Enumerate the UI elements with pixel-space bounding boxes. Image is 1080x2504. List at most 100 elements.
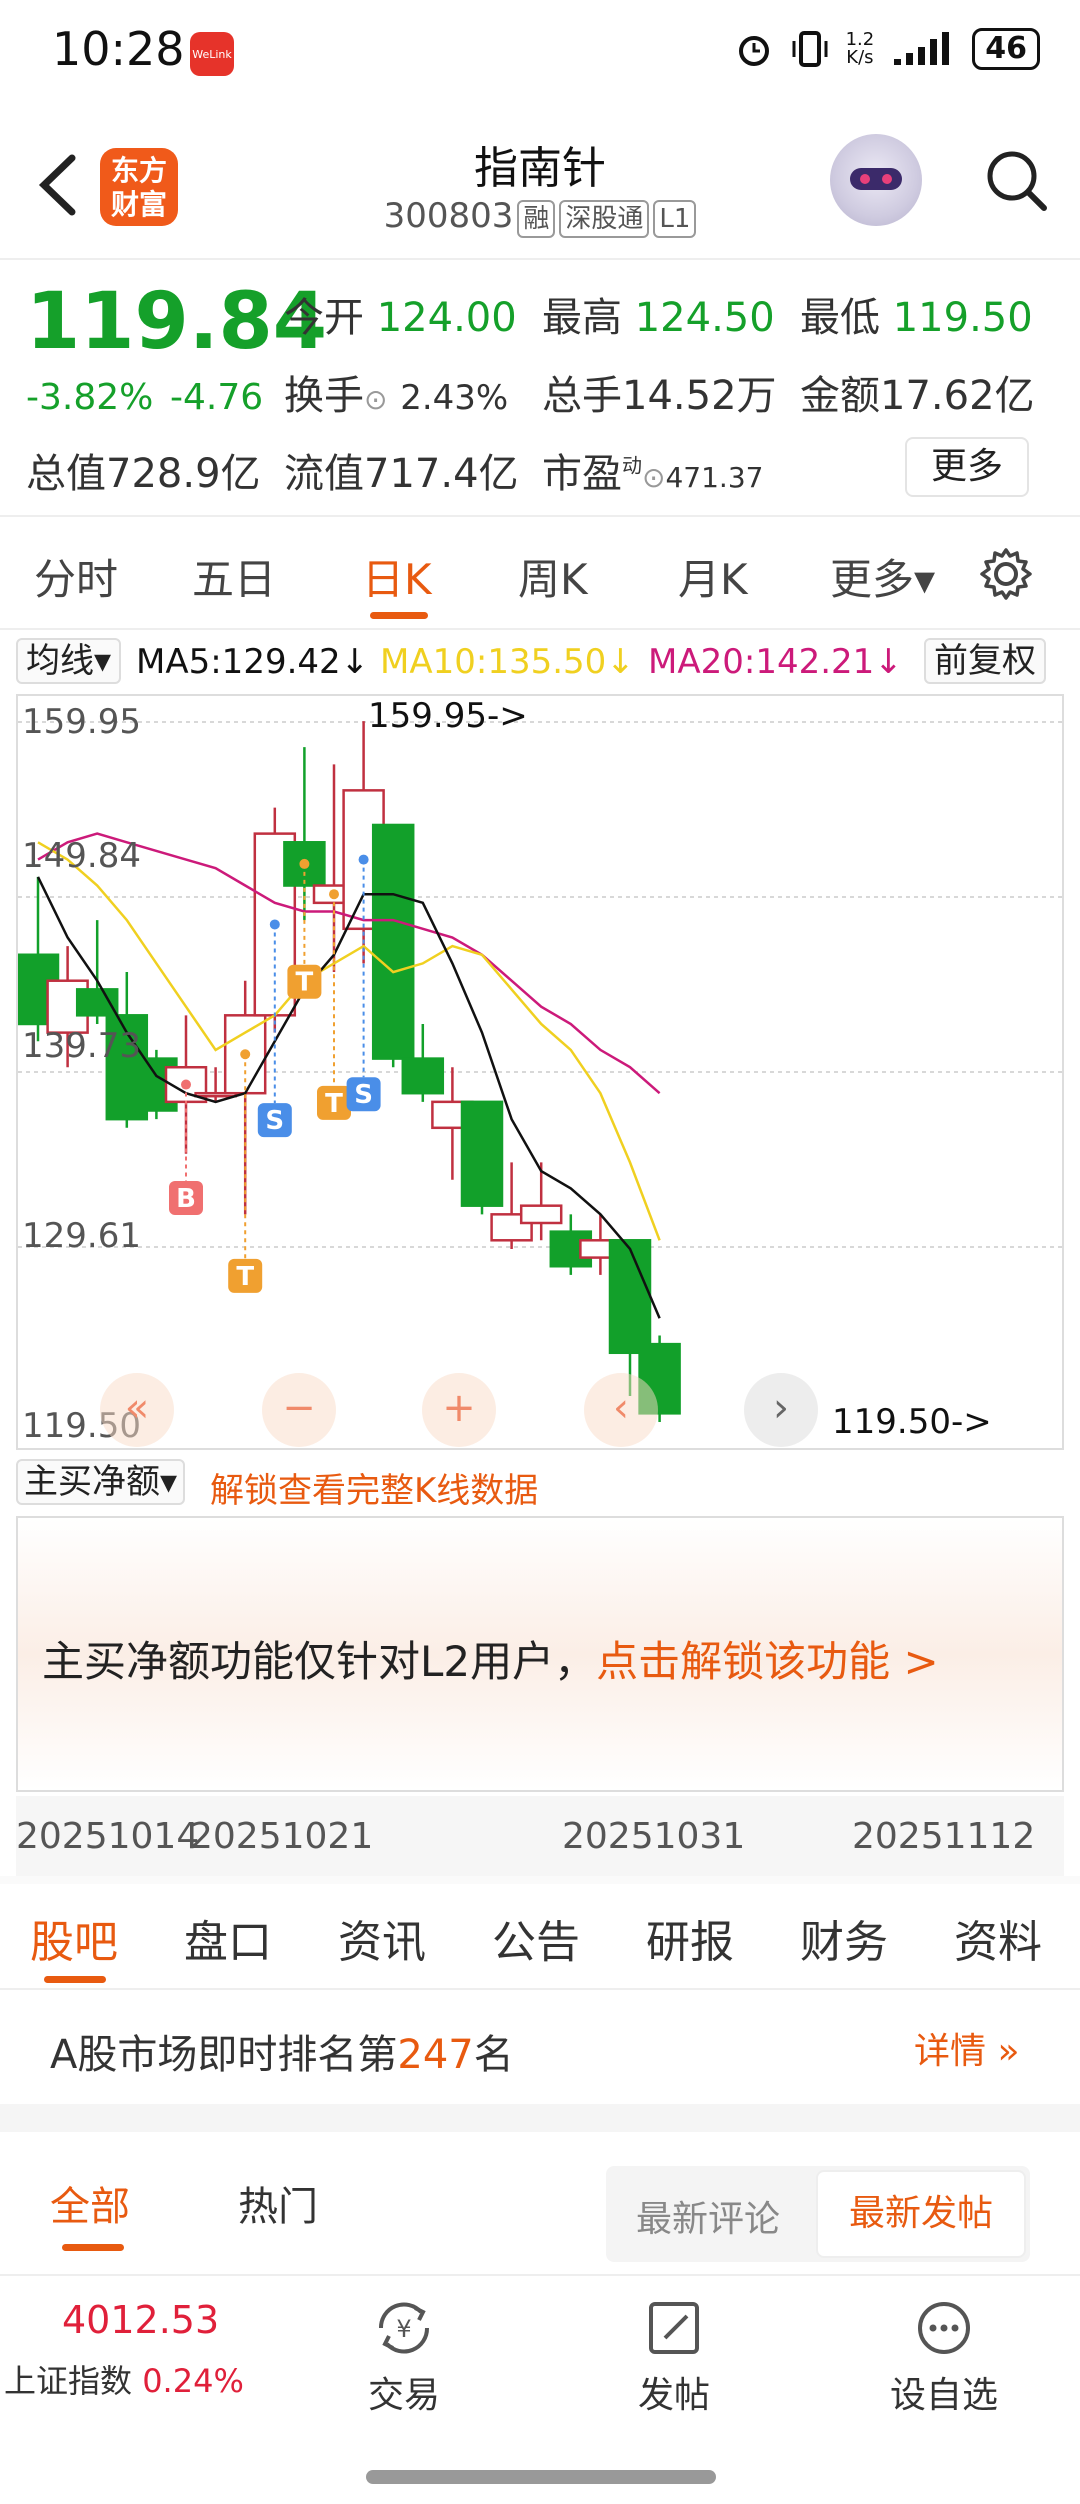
- low-field: 最低 119.50: [800, 295, 1033, 341]
- flow-indicator-row: 主买净额▾ 解锁查看完整K线数据: [0, 1455, 1080, 1512]
- date-label: 20251112: [852, 1816, 1036, 1857]
- info-tabs: 股吧 盘口 资讯 公告 研报 财务 资料: [0, 1884, 1080, 1990]
- y-tick: 149.84: [22, 836, 141, 876]
- tab-all[interactable]: 全部: [50, 2174, 130, 2232]
- tab-daily-k[interactable]: 日K: [362, 546, 432, 607]
- sort-latest-comment[interactable]: 最新评论: [636, 2190, 780, 2242]
- market-rank-row[interactable]: A股市场即时排名第247名 详情 »: [0, 1992, 1080, 2104]
- candle-body: [608, 1239, 652, 1355]
- add-watchlist-button[interactable]: 设自选: [884, 2298, 1004, 2418]
- tab-financials[interactable]: 财务: [800, 1906, 888, 1970]
- tab-more[interactable]: 更多▾: [830, 546, 935, 607]
- tab-intraday[interactable]: 分时: [34, 546, 118, 607]
- ma-legend: 均线▾ MA5:129.42↓ MA10:135.50↓ MA20:142.21…: [0, 634, 1080, 688]
- ma20-label: MA20:142.21↓: [648, 642, 903, 682]
- max-price-annotation: 159.95->: [368, 696, 528, 736]
- candle-body: [519, 1204, 563, 1225]
- tab-research[interactable]: 研报: [646, 1906, 734, 1970]
- trade-button[interactable]: ¥ 交易: [344, 2298, 464, 2418]
- index-name[interactable]: 上证指数 0.24%: [4, 2356, 244, 2402]
- y-tick: 159.95: [22, 702, 141, 742]
- change-percent: -3.82%: [26, 377, 154, 418]
- yuan-cycle-icon: ¥: [378, 2302, 430, 2354]
- tab-monthly-k[interactable]: 月K: [678, 546, 748, 607]
- scroll-left-button[interactable]: ‹: [584, 1373, 658, 1447]
- l2-promo-text: 主买净额功能仅针对L2用户，点击解锁该功能 >: [42, 1637, 939, 1686]
- float-field: 流值717.4亿: [284, 451, 519, 497]
- tab-announcements[interactable]: 公告: [492, 1906, 580, 1970]
- y-tick: 139.73: [22, 1026, 141, 1066]
- info-icon: ⊙: [364, 383, 388, 416]
- stock-header: 东方财富 指南针 300803 融深股通 L1: [0, 110, 1080, 260]
- tab-forum[interactable]: 股吧: [30, 1906, 118, 1970]
- indicator-selector[interactable]: 主买净额▾: [16, 1459, 186, 1505]
- post-button[interactable]: 发帖: [614, 2298, 734, 2418]
- more-dots-icon: [918, 2302, 970, 2354]
- candle-body: [371, 823, 415, 1060]
- y-tick: 129.61: [22, 1216, 141, 1256]
- status-bar: 10:28 WeLink 1.2 K/s 46: [0, 0, 1080, 100]
- marker-label: T: [296, 968, 314, 998]
- chart-controls: « − + ‹ ›: [0, 1373, 1080, 1453]
- marker-label: T: [325, 1089, 343, 1119]
- active-tab-indicator: [370, 612, 428, 619]
- level-tag: L1: [653, 200, 697, 238]
- search-icon[interactable]: [982, 146, 1052, 216]
- home-indicator: [366, 2470, 716, 2484]
- welink-badge-icon: WeLink: [190, 32, 234, 76]
- mktcap-field: 总值728.9亿: [26, 451, 261, 497]
- ma-selector[interactable]: 均线▾: [16, 638, 122, 684]
- open-field: 今开 124.00: [284, 295, 517, 341]
- margin-tag: 融: [517, 200, 556, 238]
- scroll-start-button[interactable]: «: [100, 1373, 174, 1447]
- tab-order-book[interactable]: 盘口: [184, 1906, 272, 1970]
- adjust-selector[interactable]: 前复权: [924, 638, 1046, 684]
- tab-profile[interactable]: 资料: [954, 1906, 1042, 1970]
- kline-svg: BTSTT S: [18, 721, 1062, 1422]
- turnover-field: 换手⊙ 2.43%: [284, 373, 509, 419]
- assistant-robot-icon[interactable]: [830, 134, 922, 226]
- status-icons: 1.2 K/s 46: [734, 28, 1040, 70]
- marker-label: S: [265, 1106, 284, 1136]
- tab-hot[interactable]: 热门: [238, 2174, 318, 2232]
- change-amount: -4.76: [170, 377, 264, 418]
- stock-code-line: 300803 融深股通 L1: [0, 196, 1080, 238]
- rank-detail-link[interactable]: 详情 »: [914, 2022, 1019, 2074]
- index-value[interactable]: 4012.53: [62, 2298, 219, 2342]
- zoom-out-button[interactable]: −: [262, 1373, 336, 1447]
- amount-field: 金额17.62亿: [800, 373, 1035, 419]
- unlock-l2-link[interactable]: 点击解锁该功能 >: [596, 1637, 939, 1686]
- date-label: 20251014: [16, 1816, 200, 1857]
- vibrate-icon: [792, 31, 828, 67]
- stock-code: 300803: [383, 196, 514, 236]
- more-button[interactable]: 更多: [905, 437, 1029, 497]
- current-price: 119.84: [26, 277, 327, 367]
- date-label: 20251031: [562, 1816, 746, 1857]
- candle-body: [460, 1100, 504, 1207]
- edit-icon: [649, 2302, 699, 2354]
- info-icon: ⊙: [642, 461, 666, 494]
- scroll-right-button[interactable]: ›: [744, 1373, 818, 1447]
- kline-chart[interactable]: BTSTTS 159.95 149.84 139.73 129.61 119.5…: [16, 694, 1064, 1450]
- feed-tabs: 全部 热门 最新评论 最新发帖: [0, 2132, 1080, 2272]
- pe-field: 市盈动⊙471.37: [542, 451, 764, 497]
- sort-toggle: 最新评论 最新发帖: [606, 2166, 1030, 2262]
- alarm-icon: [738, 36, 769, 66]
- ma5-label: MA5:129.42↓: [136, 642, 370, 682]
- ma10-label: MA10:135.50↓: [380, 642, 635, 682]
- unlock-kline-link[interactable]: 解锁查看完整K线数据: [210, 1463, 538, 1512]
- high-field: 最高 124.50: [542, 295, 775, 341]
- l2-promo-panel: 主买净额功能仅针对L2用户，点击解锁该功能 >: [16, 1516, 1064, 1792]
- candle-body: [75, 988, 119, 1017]
- battery-icon: 46: [972, 28, 1040, 70]
- tab-news[interactable]: 资讯: [338, 1906, 426, 1970]
- tab-weekly-k[interactable]: 周K: [518, 546, 588, 607]
- tab-five-day[interactable]: 五日: [192, 546, 276, 607]
- gear-icon[interactable]: [978, 546, 1034, 602]
- quote-panel: 119.84 -3.82% -4.76 今开 124.00 最高 124.50 …: [0, 265, 1080, 520]
- zoom-in-button[interactable]: +: [422, 1373, 496, 1447]
- market-rank-text: A股市场即时排名第247名: [50, 2032, 514, 2078]
- svg-text:¥: ¥: [396, 2315, 411, 2343]
- date-label: 20251021: [190, 1816, 374, 1857]
- sort-latest-post[interactable]: 最新发帖: [816, 2170, 1026, 2258]
